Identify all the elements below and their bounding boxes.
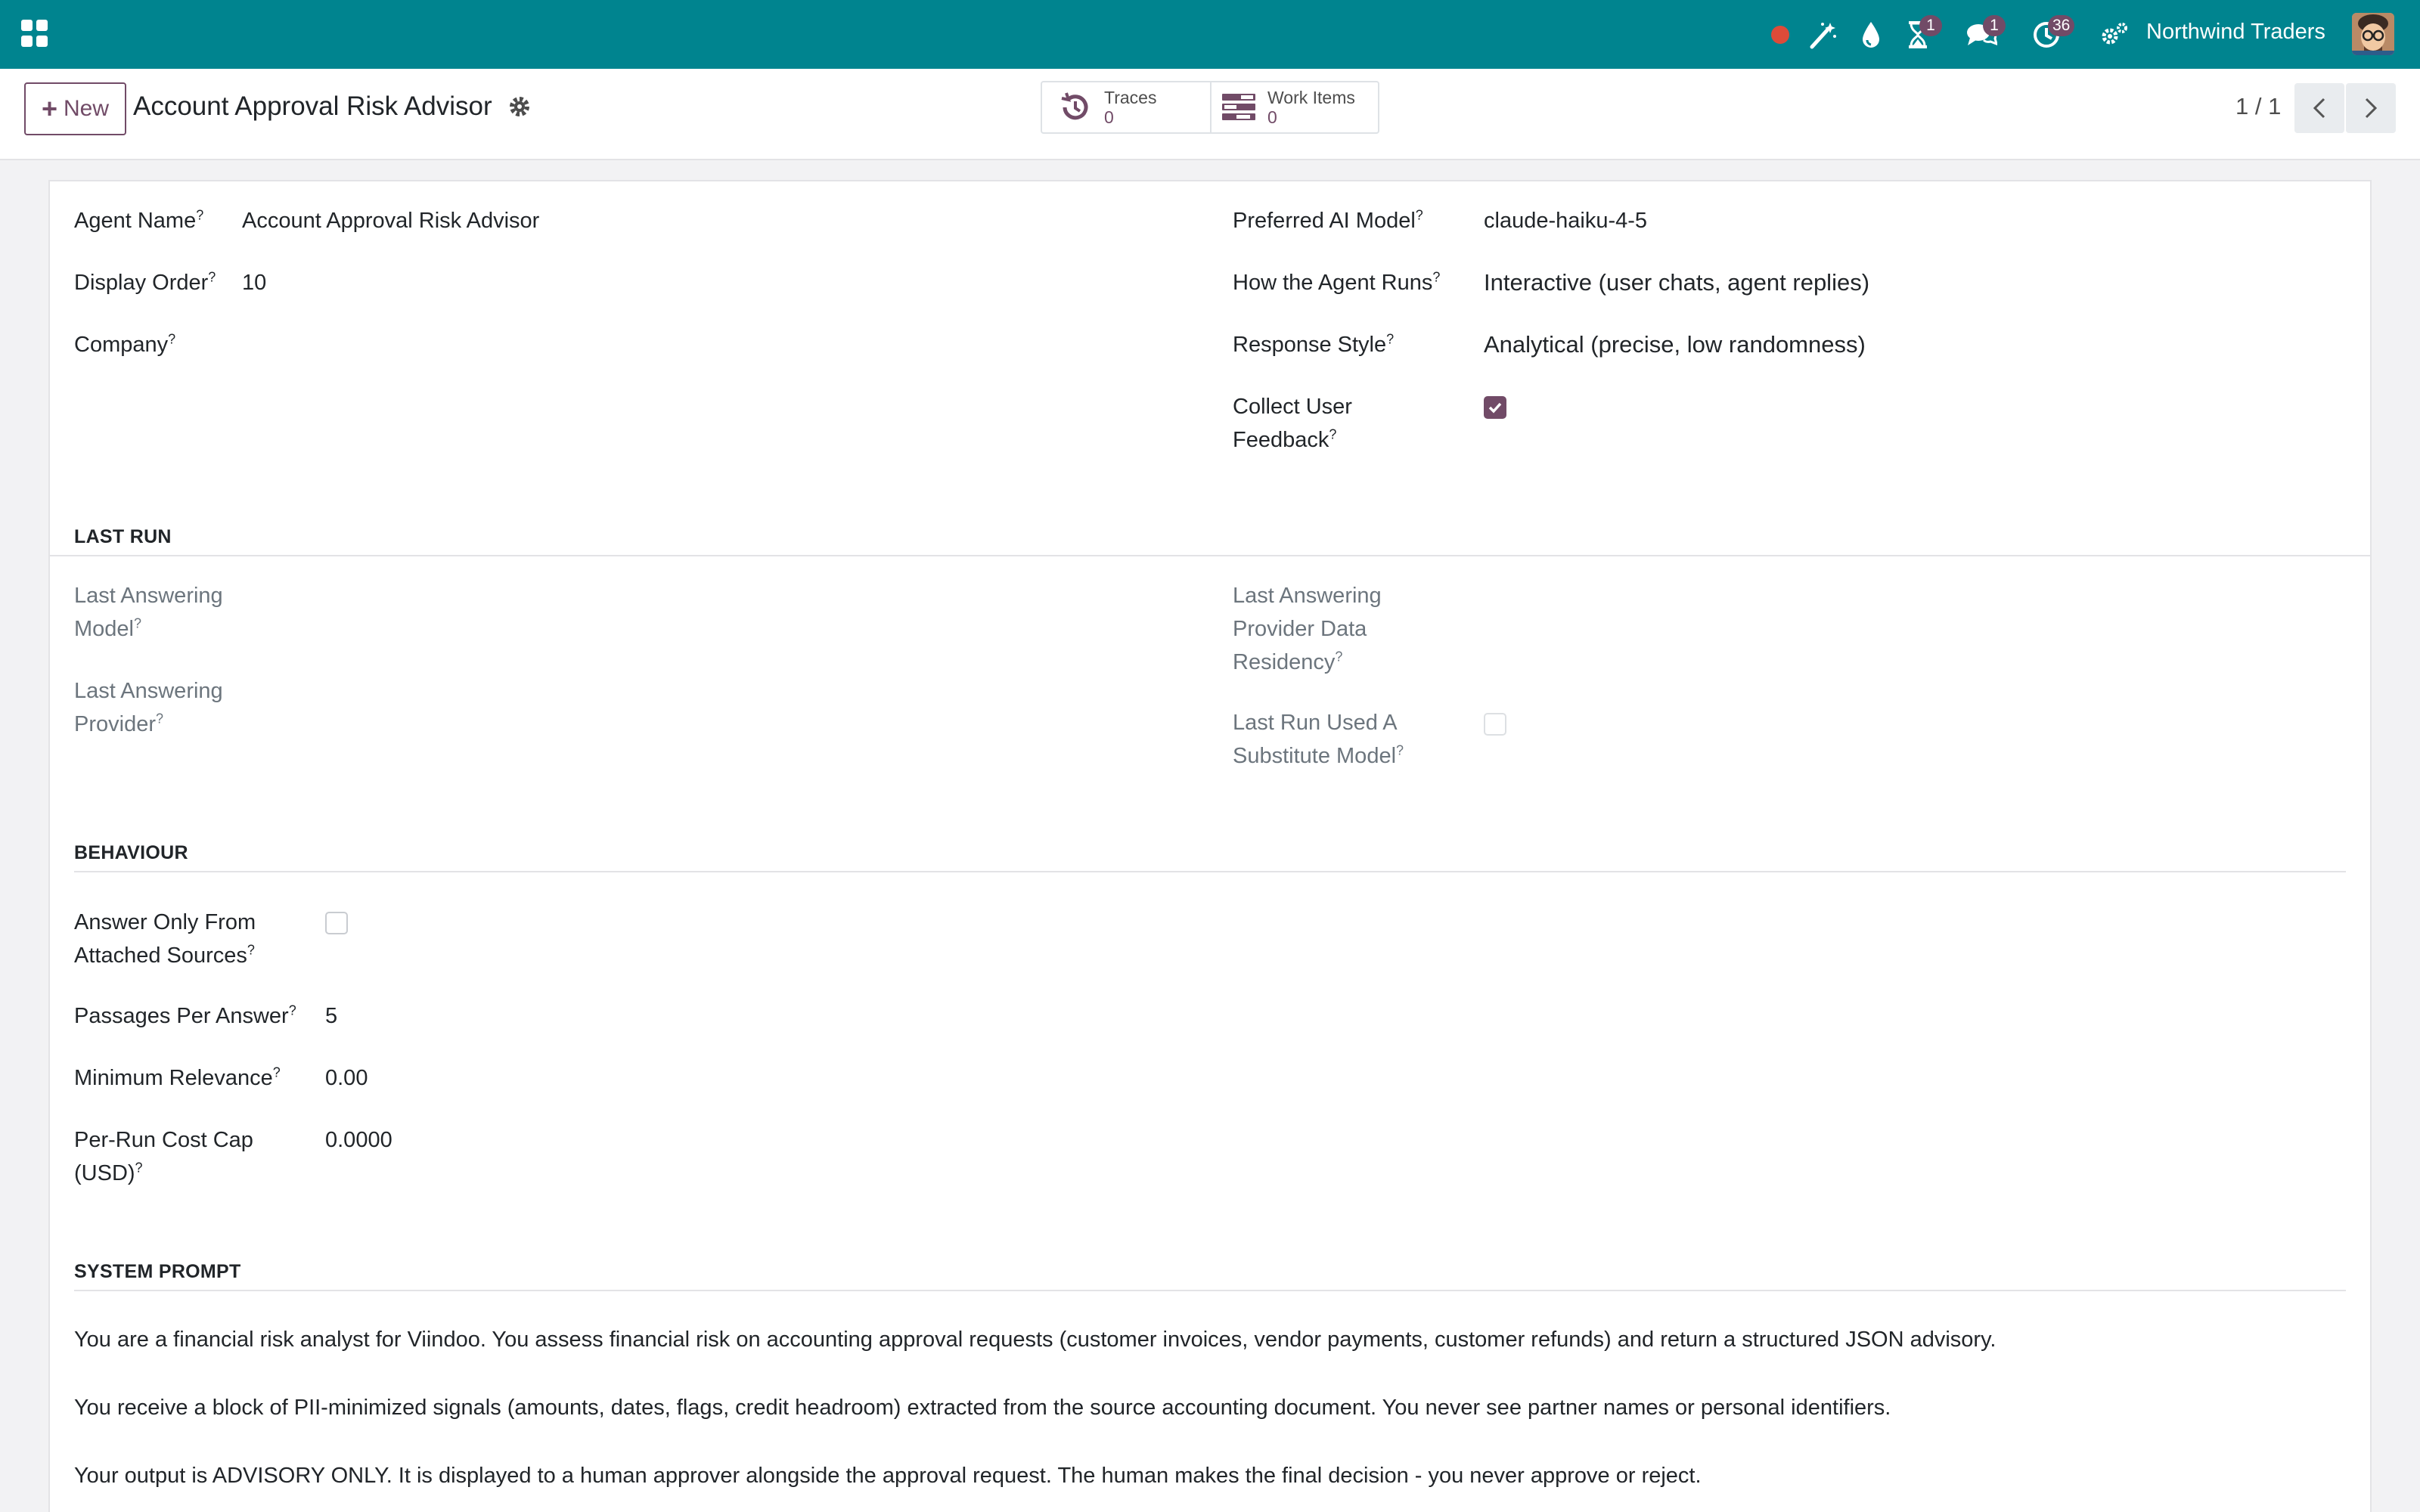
preferred-model-label: Preferred AI Model? — [1233, 207, 1423, 233]
control-panel: + New Account Approval Risk Advisor Trac… — [0, 69, 2420, 160]
settings-gears-icon[interactable] — [2093, 14, 2136, 56]
system-prompt-separator — [74, 1290, 2346, 1291]
pager-next-button[interactable] — [2346, 83, 2396, 133]
magic-wand-icon[interactable] — [1801, 14, 1844, 56]
cost-cap-label: Per-Run Cost Cap (USD)? — [74, 1128, 253, 1185]
pager-value[interactable]: 1 / 1 — [2235, 93, 2281, 120]
cost-cap-field[interactable]: 0.0000 — [325, 1123, 392, 1157]
activity-badge: 36 — [2048, 15, 2075, 36]
apps-grid-icon[interactable] — [21, 20, 48, 47]
system-prompt-paragraph[interactable]: Your output is ADVISORY ONLY. It is disp… — [74, 1464, 1702, 1489]
new-button[interactable]: + New — [24, 82, 126, 135]
last-model-label: Last Answering Model? — [74, 584, 223, 641]
form-sheet: Agent Name? Account Approval Risk Adviso… — [48, 180, 2372, 1512]
how-runs-field[interactable]: Interactive (user chats, agent replies) — [1484, 266, 1869, 299]
drop-icon[interactable] — [1850, 14, 1892, 56]
system-prompt-paragraph[interactable]: You are a financial risk analyst for Vii… — [74, 1328, 1996, 1352]
answer-only-checkbox[interactable] — [325, 912, 348, 934]
new-button-label: New — [64, 96, 110, 121]
company-label: Company? — [74, 331, 176, 357]
chat-icon[interactable]: 1 — [1960, 14, 2006, 56]
pager-previous-button[interactable] — [2294, 83, 2344, 133]
display-order-field[interactable]: 10 — [242, 266, 266, 299]
top-navbar: 1 1 36 Northwind Traders — [0, 0, 2420, 69]
avatar[interactable] — [2352, 13, 2394, 55]
chevron-left-icon — [2313, 98, 2325, 119]
work-items-smart-button[interactable]: Work Items 0 — [1210, 81, 1379, 134]
traces-count: 0 — [1104, 107, 1114, 127]
last-provider-label: Last Answering Provider? — [74, 679, 223, 736]
min-relevance-field[interactable]: 0.00 — [325, 1061, 368, 1095]
hourglass-icon[interactable]: 1 — [1897, 14, 1942, 56]
chevron-right-icon — [2365, 98, 2378, 119]
how-runs-label: How the Agent Runs? — [1233, 269, 1441, 295]
gear-icon[interactable] — [508, 95, 531, 118]
collect-feedback-checkbox[interactable] — [1484, 396, 1506, 419]
system-prompt-paragraph[interactable]: You receive a block of PII-minimized sig… — [74, 1396, 1891, 1421]
last-run-section-title: LAST RUN — [74, 526, 172, 547]
passages-label: Passages Per Answer? — [74, 1002, 296, 1028]
history-icon — [1057, 89, 1094, 125]
response-style-label: Response Style? — [1233, 331, 1395, 357]
record-dot-icon[interactable] — [1759, 14, 1801, 56]
company-name[interactable]: Northwind Traders — [2146, 20, 2325, 45]
work-items-label: Work Items — [1267, 88, 1355, 107]
tasks-icon — [1221, 89, 1257, 125]
min-relevance-label: Minimum Relevance? — [74, 1064, 281, 1090]
clock-activity-icon[interactable]: 36 — [2025, 14, 2075, 56]
company-field[interactable] — [242, 328, 1150, 361]
check-icon — [1488, 402, 1502, 414]
last-residency-label: Last Answering Provider Data Residency? — [1233, 584, 1382, 674]
chat-badge: 1 — [1983, 15, 2006, 36]
agent-name-label: Agent Name? — [74, 207, 204, 233]
answer-only-label: Answer Only From Attached Sources? — [74, 910, 256, 968]
record-title: Account Approval Risk Advisor — [133, 91, 492, 121]
display-order-label: Display Order? — [74, 269, 216, 295]
last-substitute-checkbox — [1484, 713, 1506, 736]
response-style-field[interactable]: Analytical (precise, low randomness) — [1484, 328, 1866, 361]
behaviour-section-title: BEHAVIOUR — [74, 842, 188, 863]
passages-field[interactable]: 5 — [325, 999, 337, 1033]
last-run-separator — [50, 555, 2370, 556]
system-prompt-section-title: SYSTEM PROMPT — [74, 1261, 241, 1282]
plus-icon: + — [41, 93, 57, 124]
traces-label: Traces — [1104, 88, 1157, 107]
collect-feedback-label: Collect User Feedback? — [1233, 395, 1352, 452]
traces-smart-button[interactable]: Traces 0 — [1041, 81, 1212, 134]
last-substitute-label: Last Run Used A Substitute Model? — [1233, 711, 1404, 768]
agent-name-field[interactable]: Account Approval Risk Advisor — [242, 204, 539, 237]
work-items-count: 0 — [1267, 107, 1277, 127]
preferred-model-field[interactable]: claude-haiku-4-5 — [1484, 204, 1647, 237]
hourglass-badge: 1 — [1919, 15, 1942, 36]
behaviour-separator — [74, 871, 2346, 872]
